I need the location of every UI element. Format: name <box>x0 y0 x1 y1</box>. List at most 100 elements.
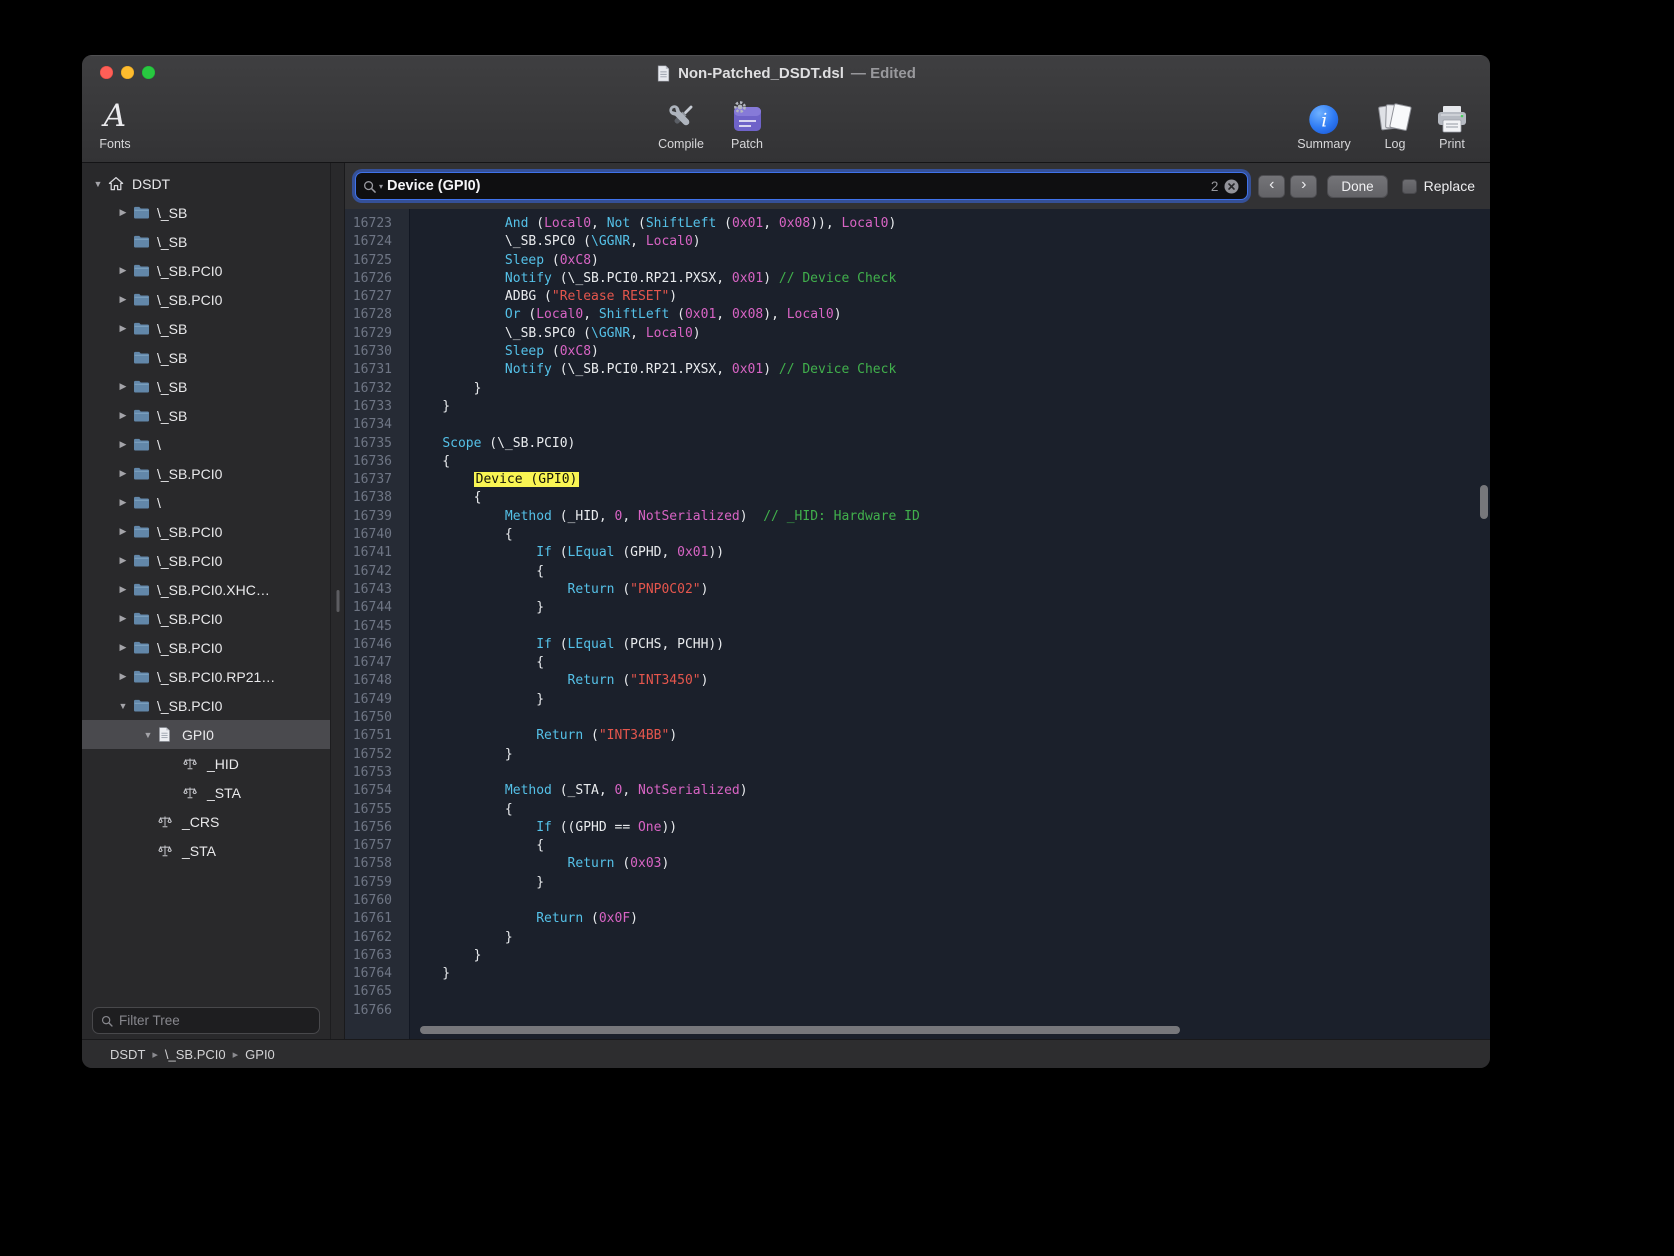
code-line: 16754 Method (_STA, 0, NotSerialized) <box>345 782 1490 800</box>
tree-item-[interactable]: ▶\ <box>82 430 330 459</box>
disclosure-closed-icon[interactable]: ▶ <box>113 497 133 508</box>
tree-item-sbpci0[interactable]: ▼\_SB.PCI0 <box>82 691 330 720</box>
summary-button[interactable]: i Summary <box>1297 93 1350 151</box>
tree-item-gpi0[interactable]: ▼GPI0 <box>82 720 330 749</box>
replace-checkbox[interactable] <box>1402 179 1417 194</box>
log-button[interactable]: Log <box>1376 93 1414 151</box>
code-token <box>411 307 505 322</box>
tree-item-sb[interactable]: ▶\_SB <box>82 372 330 401</box>
tree-item-label: \_SB <box>157 350 187 366</box>
find-query-input[interactable] <box>387 178 1207 194</box>
code-line: 16726 Notify (\_SB.PCI0.RP21.PXSX, 0x01)… <box>345 270 1490 288</box>
code-token: Local0 <box>646 326 693 341</box>
fonts-button[interactable]: A Fonts <box>99 93 130 151</box>
tree-item-sbpci0[interactable]: ▶\_SB.PCI0 <box>82 517 330 546</box>
code-token <box>411 545 536 560</box>
tree-item-sbpci0[interactable]: ▶\_SB.PCI0 <box>82 285 330 314</box>
breadcrumb-item[interactable]: \_SB.PCI0 <box>165 1047 226 1062</box>
tree-item-crs[interactable]: _CRS <box>82 807 330 836</box>
code-text: } <box>401 965 450 983</box>
tree-item-sb[interactable]: ▶\_SB <box>82 314 330 343</box>
code-line: 16755 { <box>345 801 1490 819</box>
tree-item-sbpci0[interactable]: ▶\_SB.PCI0 <box>82 546 330 575</box>
tree-item-sta[interactable]: _STA <box>82 836 330 865</box>
tree-item-sb[interactable]: ▶\_SB <box>82 401 330 430</box>
code-line: 16752 } <box>345 746 1490 764</box>
titlebar[interactable]: Non-Patched_DSDT.dsl — Edited <box>82 55 1490 91</box>
done-button[interactable]: Done <box>1327 175 1387 198</box>
disclosure-closed-icon[interactable]: ▶ <box>113 555 133 566</box>
tree-item-sbpci0xhc[interactable]: ▶ \_SB.PCI0.XHC… <box>82 575 330 604</box>
filter-tree-field[interactable] <box>92 1007 320 1034</box>
disclosure-closed-icon[interactable]: ▶ <box>113 613 133 624</box>
edited-badge: — Edited <box>851 65 916 82</box>
disclosure-open-icon[interactable]: ▼ <box>138 730 158 740</box>
disclosure-closed-icon[interactable]: ▶ <box>113 439 133 450</box>
code-line: 16747 { <box>345 654 1490 672</box>
tree-item-dsdt[interactable]: ▼DSDT <box>82 169 330 198</box>
line-number: 16766 <box>345 1002 401 1020</box>
search-history-chevron-icon[interactable]: ▾ <box>379 182 383 191</box>
tree-item-[interactable]: ▶\ <box>82 488 330 517</box>
disclosure-closed-icon[interactable]: ▶ <box>113 468 133 479</box>
tree-item-sb[interactable]: \_SB <box>82 343 330 372</box>
tree-item-sbpci0[interactable]: ▶\_SB.PCI0 <box>82 256 330 285</box>
tree-item-sb[interactable]: ▶\_SB <box>82 198 330 227</box>
line-number: 16736 <box>345 453 401 471</box>
vertical-scrollbar-thumb[interactable] <box>1480 485 1488 519</box>
disclosure-open-icon[interactable]: ▼ <box>113 701 133 711</box>
clear-search-button[interactable] <box>1224 179 1239 194</box>
disclosure-closed-icon[interactable]: ▶ <box>113 671 133 682</box>
filter-tree-input[interactable] <box>119 1013 311 1028</box>
find-previous-button[interactable]: ‹ <box>1258 175 1285 198</box>
disclosure-closed-icon[interactable]: ▶ <box>113 381 133 392</box>
code-token: Method <box>505 509 552 524</box>
code-line: 16743 Return ("PNP0C02") <box>345 581 1490 599</box>
disclosure-open-icon[interactable]: ▼ <box>88 179 108 189</box>
horizontal-scrollbar-thumb[interactable] <box>420 1026 1180 1034</box>
code-text: Return (0x0F) <box>401 910 638 928</box>
tree-item-sbpci0[interactable]: ▶\_SB.PCI0 <box>82 459 330 488</box>
tree-item-sta[interactable]: _STA <box>82 778 330 807</box>
breadcrumb-item[interactable]: DSDT <box>110 1047 145 1062</box>
disclosure-closed-icon[interactable]: ▶ <box>113 410 133 421</box>
print-button[interactable]: Print <box>1435 93 1469 151</box>
disclosure-closed-icon[interactable]: ▶ <box>113 584 133 595</box>
code-token: ) <box>693 234 701 249</box>
code-token: // Device Check <box>779 271 896 286</box>
code-token: (_STA, <box>552 783 615 798</box>
code-lines: 16723 And (Local0, Not (ShiftLeft (0x01,… <box>345 215 1490 1020</box>
disclosure-closed-icon[interactable]: ▶ <box>113 323 133 334</box>
tree-item-sbpci0[interactable]: ▶ \_SB.PCI0 <box>82 604 330 633</box>
code-text: Sleep (0xC8) <box>401 343 599 361</box>
tree-item-label: \_SB.PCI0 <box>157 611 222 627</box>
code-token: ) <box>740 509 763 524</box>
breadcrumb-item[interactable]: GPI0 <box>245 1047 275 1062</box>
find-search-field[interactable]: ▾ 2 <box>355 172 1248 200</box>
compile-button[interactable]: Compile <box>658 93 704 151</box>
zoom-button[interactable] <box>142 66 155 79</box>
tree-item-sbpci0rp21[interactable]: ▶\_SB.PCI0.RP21… <box>82 662 330 691</box>
disclosure-closed-icon[interactable]: ▶ <box>113 642 133 653</box>
code-token: Local0 <box>646 234 693 249</box>
tree-item-sb[interactable]: \_SB <box>82 227 330 256</box>
sidebar-splitter[interactable] <box>330 163 345 1039</box>
tree-item-hid[interactable]: _HID <box>82 749 330 778</box>
code-token: If <box>536 820 552 835</box>
find-next-button[interactable]: › <box>1290 175 1317 198</box>
disclosure-closed-icon[interactable]: ▶ <box>113 265 133 276</box>
patch-button[interactable]: Patch <box>729 93 765 151</box>
tree-item-label: \_SB.PCI0.XHC… <box>157 582 270 598</box>
window-title: Non-Patched_DSDT.dsl <box>678 65 844 82</box>
search-icon[interactable] <box>363 180 376 193</box>
code-text <box>401 416 411 434</box>
disclosure-closed-icon[interactable]: ▶ <box>113 526 133 537</box>
code-line: 16756 If ((GPHD == One)) <box>345 819 1490 837</box>
folder-icon <box>133 699 155 712</box>
code-editor[interactable]: 16723 And (Local0, Not (ShiftLeft (0x01,… <box>345 209 1490 1039</box>
tree-item-sbpci0[interactable]: ▶\_SB.PCI0 <box>82 633 330 662</box>
disclosure-closed-icon[interactable]: ▶ <box>113 207 133 218</box>
close-button[interactable] <box>100 66 113 79</box>
minimize-button[interactable] <box>121 66 134 79</box>
disclosure-closed-icon[interactable]: ▶ <box>113 294 133 305</box>
